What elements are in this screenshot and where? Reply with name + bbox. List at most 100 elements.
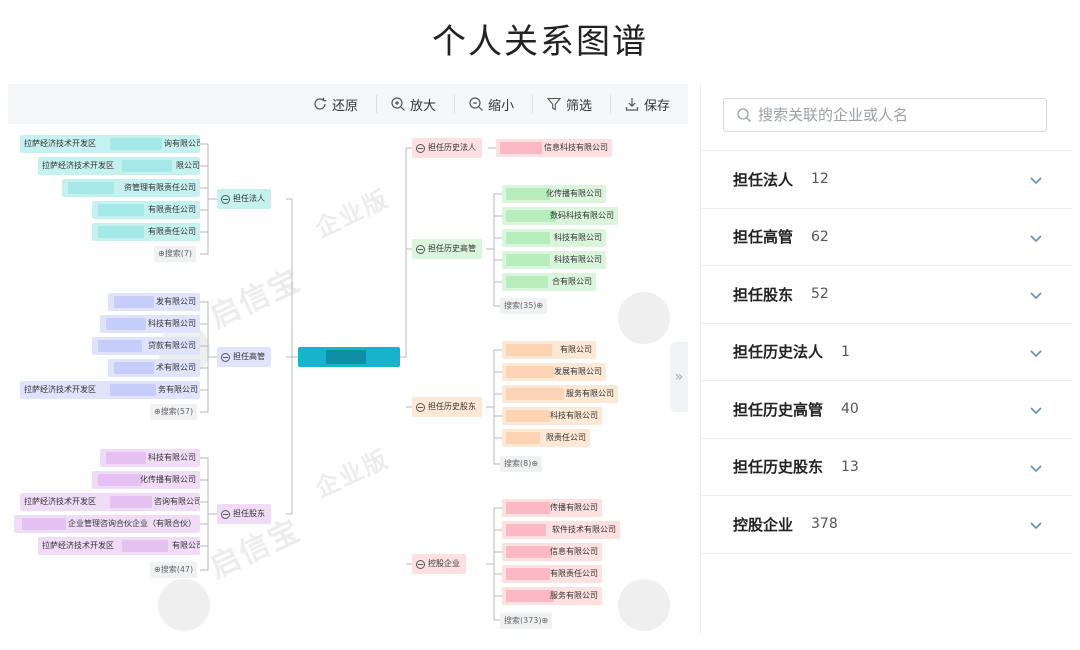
company-node[interactable]: 科技有限公司 [502,251,606,269]
node-label: 化传播有限公司 [140,475,196,484]
category-row-hist-legal-rep[interactable]: 担任历史法人 1 [701,324,1073,381]
company-node[interactable]: 有限责任公司 [502,565,602,583]
more-results-button[interactable]: ⊕搜索(7) [154,246,197,262]
company-node[interactable]: 信息有限公司 [502,543,602,561]
masked-text [98,340,142,352]
node-label: 科技有限公司 [554,255,602,264]
chevron-down-icon[interactable] [1029,173,1043,187]
category-node-legal-rep[interactable]: 担任法人 [217,189,271,209]
company-node[interactable]: 有限责任公司 [92,201,200,219]
category-row-holding[interactable]: 控股企业 378 [701,496,1073,554]
category-node-executive[interactable]: 担任高管 [217,347,271,367]
more-results-button[interactable]: 搜索(373)⊕ [500,613,553,629]
masked-text [22,518,66,530]
company-node[interactable]: 服务有限公司 [502,587,602,605]
node-label: 有限责任公司 [148,227,196,236]
category-label: 担任历史股东 [428,402,476,411]
company-node[interactable]: 有限责任公司 [92,223,200,241]
company-node[interactable]: 术有限公司 [108,359,200,377]
category-node-holding[interactable]: 控股企业 [412,554,466,574]
category-row-shareholder[interactable]: 担任股东 52 [701,266,1073,324]
search-box[interactable] [723,98,1047,132]
company-node[interactable]: 合有限公司 [502,273,596,291]
company-node[interactable]: 发有限公司 [108,293,200,311]
collapse-icon[interactable] [221,352,230,362]
collapse-icon[interactable] [416,143,425,153]
more-results-button[interactable]: 搜索(8)⊕ [500,456,543,472]
collapse-icon[interactable] [416,402,425,412]
company-node[interactable]: 信息科技有限公司 [496,139,612,157]
restore-button[interactable]: 还原 [312,94,358,114]
node-label: 询有限公司 [164,139,200,148]
masked-text [110,496,152,508]
category-row-hist-shareholder[interactable]: 担任历史股东 13 [701,439,1073,496]
restore-label: 还原 [332,98,359,114]
category-node-hist-executive[interactable]: 担任历史高管 [412,239,482,259]
zoom-in-button[interactable]: 放大 [390,94,436,114]
collapse-icon[interactable] [221,509,230,519]
page-title: 个人关系图谱 [432,22,648,62]
company-node[interactable]: 科技有限公司 [100,449,200,467]
graph-canvas[interactable]: 启信宝 企业版 启信宝 企业版 担任法人 担任高管 担任股东 担任历史法人 担任… [8,124,688,634]
category-label: 控股企业 [733,515,794,534]
collapse-icon[interactable] [416,244,425,254]
company-node[interactable]: 资管理有限责任公司 [62,179,200,197]
chevron-down-icon[interactable] [1029,231,1043,245]
category-node-hist-legal-rep[interactable]: 担任历史法人 [412,138,482,158]
toolbar-divider [454,95,455,113]
more-results-button[interactable]: 搜索(35)⊕ [500,298,548,314]
company-node[interactable]: 发展有限公司 [502,363,606,381]
chevron-down-icon[interactable] [1029,288,1043,302]
company-node[interactable]: 拉萨经济技术开发区 咨询有限公司 [20,493,200,511]
collapse-icon[interactable] [221,194,230,204]
company-node[interactable]: 化传播有限公司 [502,185,606,203]
filter-button[interactable]: 筛选 [546,94,592,114]
zoom-in-label: 放大 [410,98,437,114]
category-row-legal-rep[interactable]: 担任法人 12 [701,151,1073,209]
center-person-node[interactable] [298,347,400,367]
node-label: 术有限公司 [156,363,196,372]
search-input[interactable] [758,106,1038,124]
category-node-shareholder[interactable]: 担任股东 [217,504,271,524]
node-label: 信息科技有限公司 [544,143,608,152]
category-label: 担任历史法人 [733,343,824,362]
company-node[interactable]: 有限公司 [502,341,596,359]
toolbar-divider [376,95,377,113]
company-node[interactable]: 拉萨经济技术开发区 限公司 [38,157,200,175]
chevron-down-icon[interactable] [1029,346,1043,360]
company-node[interactable]: 拉萨经济技术开发区 务有限公司 [20,381,200,399]
company-node[interactable]: 传播有限公司 [502,499,602,517]
company-node[interactable]: 限责任公司 [502,429,590,447]
chevron-down-icon[interactable] [1029,403,1043,417]
company-node[interactable]: 科技有限公司 [502,407,602,425]
category-row-hist-executive[interactable]: 担任历史高管 40 [701,381,1073,439]
relations-side-panel: 担任法人 12 担任高管 62 担任股东 52 担任历史法人 1 担任历史高管 … [700,84,1073,634]
company-node[interactable]: 化传播有限公司 [92,471,200,489]
download-icon [625,98,639,111]
more-results-button[interactable]: ⊕搜索(47) [150,562,198,578]
filter-icon [546,97,562,111]
collapse-icon[interactable] [416,559,425,569]
company-node[interactable]: 服务有限公司 [502,385,618,403]
category-node-hist-shareholder[interactable]: 担任历史股东 [412,397,482,417]
company-node[interactable]: 软件技术有限公司 [502,521,620,539]
company-node[interactable]: 数码科技有限公司 [502,207,618,225]
node-label: 务有限公司 [158,385,198,394]
company-node[interactable]: 贷款有限公司 [92,337,200,355]
category-label: 担任历史股东 [733,458,824,477]
category-label: 担任股东 [233,509,265,518]
company-node[interactable]: 拉萨经济技术开发区 询有限公司 [20,135,200,153]
masked-text [506,232,550,244]
masked-text [506,344,552,356]
company-node[interactable]: 企业管理咨询合伙企业（有限合伙） [14,515,200,533]
chevron-down-icon[interactable] [1029,461,1043,475]
save-button[interactable]: 保存 [624,94,670,114]
company-node[interactable]: 科技有限公司 [100,315,200,333]
company-node[interactable]: 拉萨经济技术开发区 有限公司 [38,537,200,555]
category-row-executive[interactable]: 担任高管 62 [701,209,1073,266]
chevron-down-icon[interactable] [1029,518,1043,532]
company-node[interactable]: 科技有限公司 [502,229,606,247]
panel-toggle-chevron-icon[interactable]: » [670,342,688,412]
more-results-button[interactable]: ⊕搜索(57) [150,404,198,420]
zoom-out-button[interactable]: 缩小 [468,94,514,114]
